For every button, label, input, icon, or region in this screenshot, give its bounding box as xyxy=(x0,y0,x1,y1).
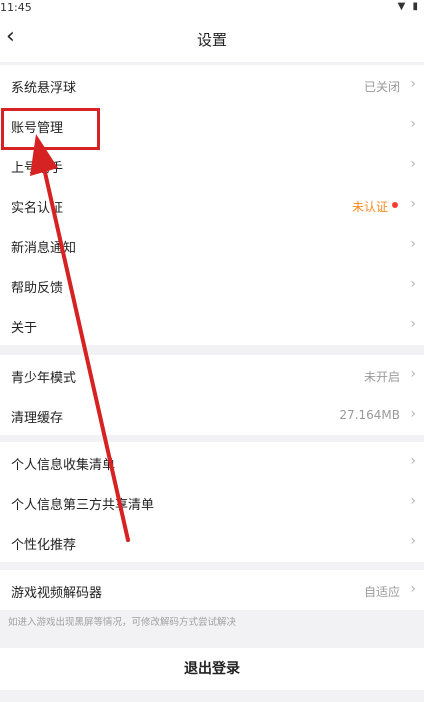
annotation-arrow xyxy=(30,134,130,542)
arrow-shaft xyxy=(42,166,130,542)
arrow-head xyxy=(30,134,58,176)
